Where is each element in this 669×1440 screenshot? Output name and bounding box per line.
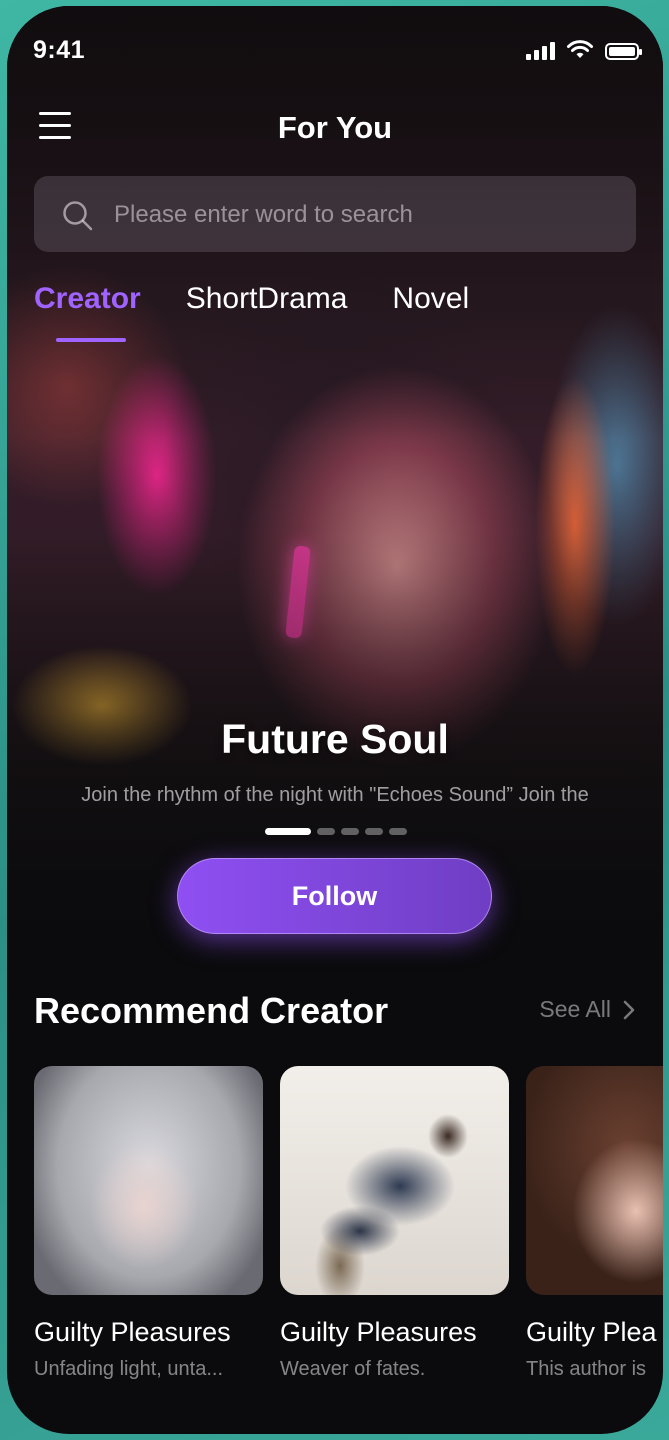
tab-creator-label: Creator xyxy=(34,282,141,315)
page-title: For You xyxy=(277,110,393,145)
tab-shortdrama[interactable]: ShortDrama xyxy=(186,282,348,332)
status-bar: 9:41 xyxy=(7,6,663,94)
chevron-right-icon xyxy=(623,1000,635,1019)
search-input[interactable] xyxy=(112,194,616,236)
carousel-dot[interactable] xyxy=(389,828,407,835)
carousel-pagination xyxy=(265,828,407,835)
creator-card[interactable]: Guilty Plea This author is xyxy=(526,1066,663,1381)
creator-avatar-image xyxy=(526,1066,663,1295)
follow-button[interactable]: Follow xyxy=(177,858,492,934)
creator-avatar-image xyxy=(280,1066,509,1295)
status-time: 9:41 xyxy=(33,36,86,64)
creator-description: This author is xyxy=(526,1358,647,1380)
creator-name: Guilty Pleasures xyxy=(280,1317,477,1347)
tab-creator[interactable]: Creator xyxy=(34,282,141,342)
creator-description: Unfading light, unta... xyxy=(34,1358,224,1380)
hero-title: Future Soul xyxy=(221,716,449,762)
battery-icon xyxy=(605,43,642,60)
creator-description: Weaver of fates. xyxy=(280,1358,426,1380)
section-title: Recommend Creator xyxy=(34,990,389,1031)
hero-description: Join the rhythm of the night with "Echoe… xyxy=(81,784,589,806)
carousel-dot[interactable] xyxy=(341,828,359,835)
carousel-dot[interactable] xyxy=(317,828,335,835)
tab-shortdrama-label: ShortDrama xyxy=(185,282,348,315)
creator-carousel: Guilty Pleasures Unfading light, unta...… xyxy=(34,1066,663,1406)
creator-avatar-image xyxy=(34,1066,263,1295)
search-bar[interactable] xyxy=(34,176,636,252)
cellular-signal-icon xyxy=(526,40,555,60)
top-navigation-bar: For You xyxy=(7,98,663,158)
category-tabs: Creator ShortDrama Novel xyxy=(34,282,469,342)
tab-novel[interactable]: Novel xyxy=(392,282,469,332)
active-tab-indicator xyxy=(56,338,126,342)
creator-card[interactable]: Guilty Pleasures Weaver of fates. xyxy=(280,1066,509,1381)
creator-name: Guilty Plea xyxy=(526,1317,657,1347)
creator-card[interactable]: Guilty Pleasures Unfading light, unta... xyxy=(34,1066,263,1381)
carousel-dot[interactable] xyxy=(365,828,383,835)
wifi-icon xyxy=(567,40,593,58)
carousel-dot[interactable] xyxy=(265,828,311,835)
see-all-link[interactable]: See All xyxy=(539,996,635,1023)
status-icons xyxy=(526,40,642,60)
tab-novel-label: Novel xyxy=(392,282,470,315)
creator-name: Guilty Pleasures xyxy=(34,1317,231,1347)
see-all-label: See All xyxy=(539,996,611,1022)
search-icon xyxy=(63,201,93,231)
phone-screen: 9:41 For You Creator xyxy=(7,6,663,1434)
